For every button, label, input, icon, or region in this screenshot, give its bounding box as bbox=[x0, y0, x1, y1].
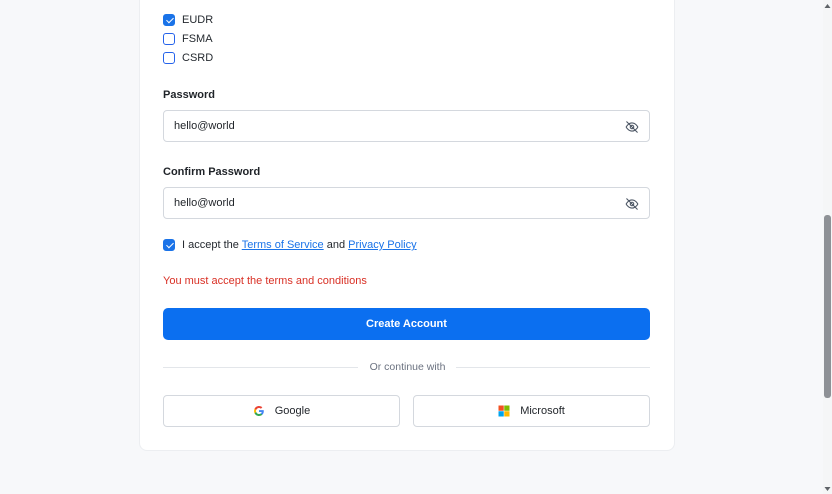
google-button[interactable]: Google bbox=[163, 395, 400, 427]
privacy-policy-link[interactable]: Privacy Policy bbox=[348, 239, 416, 251]
terms-checkbox[interactable] bbox=[163, 239, 175, 251]
terms-prefix: I accept the bbox=[182, 239, 239, 251]
eye-off-icon[interactable] bbox=[625, 120, 639, 134]
regulation-option-eudr[interactable]: EUDR bbox=[163, 13, 213, 27]
microsoft-label: Microsoft bbox=[520, 405, 565, 417]
confirm-password-value: hello@world bbox=[174, 197, 235, 209]
microsoft-icon bbox=[498, 405, 510, 417]
divider-line-left bbox=[163, 367, 358, 368]
csrd-label: CSRD bbox=[182, 52, 214, 64]
google-icon bbox=[253, 406, 264, 416]
signup-card bbox=[139, 0, 675, 451]
terms-and: and bbox=[326, 239, 346, 251]
divider-text: Or continue with bbox=[369, 361, 446, 373]
terms-error-message: You must accept the terms and conditions bbox=[163, 275, 367, 287]
confirm-password-label: Confirm Password bbox=[163, 166, 261, 178]
google-label: Google bbox=[274, 405, 311, 417]
scroll-up-icon[interactable] bbox=[824, 3, 831, 9]
terms-text: I accept the Terms of Service and Privac… bbox=[182, 239, 417, 251]
password-label: Password bbox=[163, 89, 215, 101]
fsma-checkbox[interactable] bbox=[163, 33, 175, 45]
eudr-label: EUDR bbox=[182, 14, 214, 26]
terms-of-service-link[interactable]: Terms of Service bbox=[242, 239, 324, 251]
regulation-option-csrd[interactable]: CSRD bbox=[163, 51, 213, 65]
create-account-button[interactable]: Create Account bbox=[163, 308, 650, 340]
eudr-checkbox[interactable] bbox=[163, 14, 175, 26]
microsoft-button[interactable]: Microsoft bbox=[413, 395, 650, 427]
password-value: hello@world bbox=[174, 120, 235, 132]
terms-row: I accept the Terms of Service and Privac… bbox=[163, 239, 417, 251]
password-field[interactable]: hello@world bbox=[163, 110, 650, 142]
eye-off-icon[interactable] bbox=[625, 197, 639, 211]
confirm-password-field[interactable]: hello@world bbox=[163, 187, 650, 219]
scroll-down-icon[interactable] bbox=[824, 486, 831, 492]
csrd-checkbox[interactable] bbox=[163, 52, 175, 64]
scrollbar-thumb[interactable] bbox=[824, 215, 831, 398]
regulation-option-fsma[interactable]: FSMA bbox=[163, 32, 213, 46]
divider-line-right bbox=[456, 367, 650, 368]
fsma-label: FSMA bbox=[182, 33, 213, 45]
